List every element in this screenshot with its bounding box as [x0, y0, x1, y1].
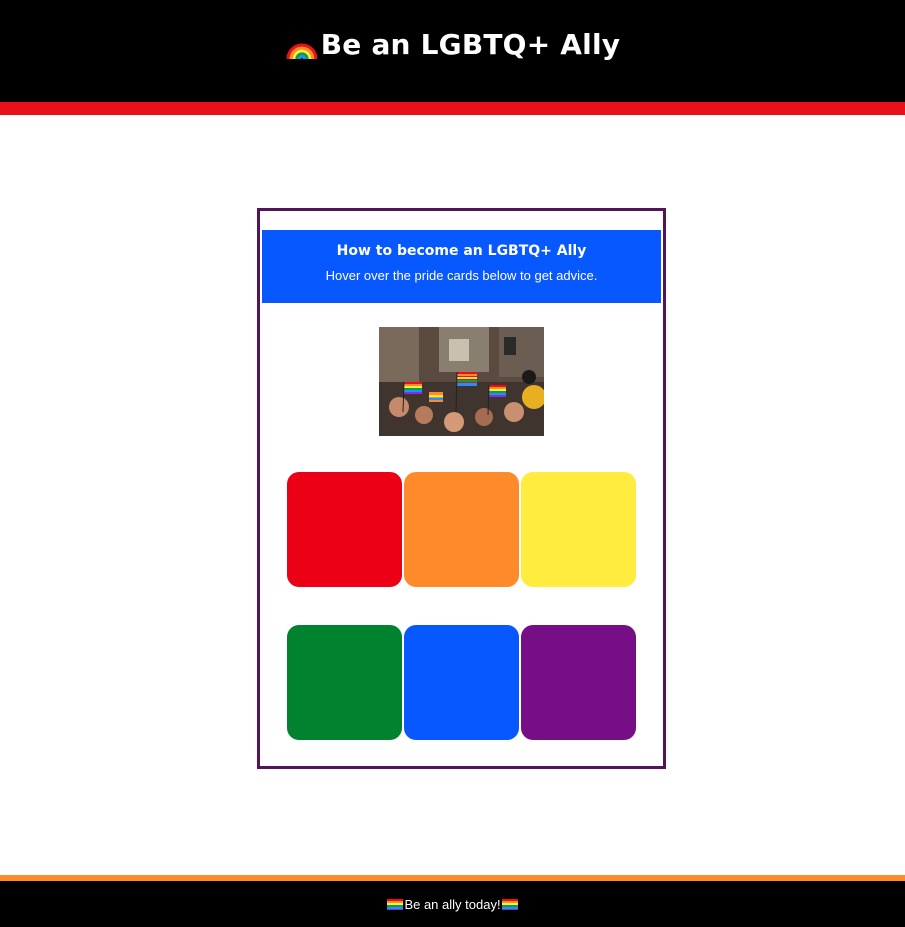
- footer-text: Be an ally today!: [404, 896, 501, 912]
- pride-card-orange[interactable]: [404, 472, 519, 587]
- card-banner: How to become an LGBTQ+ Ally Hover over …: [262, 230, 661, 303]
- pride-card-blue[interactable]: [404, 625, 519, 740]
- pride-card-red[interactable]: [287, 472, 402, 587]
- pride-flag-icon: [387, 898, 404, 910]
- ally-card: How to become an LGBTQ+ Ally Hover over …: [257, 208, 666, 769]
- site-title: Be an LGBTQ+ Ally: [285, 27, 620, 61]
- rainbow-icon: [286, 43, 318, 60]
- pride-parade-photo: [379, 327, 544, 436]
- pride-flag-icon: [501, 898, 518, 910]
- site-footer: Be an ally today!: [0, 881, 905, 927]
- pride-card-yellow[interactable]: [521, 472, 636, 587]
- card-subtitle: Hover over the pride cards below to get …: [325, 268, 598, 283]
- site-title-text: Be an LGBTQ+ Ally: [320, 27, 621, 61]
- card-title: How to become an LGBTQ+ Ally: [336, 243, 587, 259]
- site-header: Be an LGBTQ+ Ally: [0, 0, 905, 102]
- pride-card-green[interactable]: [287, 625, 402, 740]
- header-stripe: [0, 102, 905, 115]
- pride-card-purple[interactable]: [521, 625, 636, 740]
